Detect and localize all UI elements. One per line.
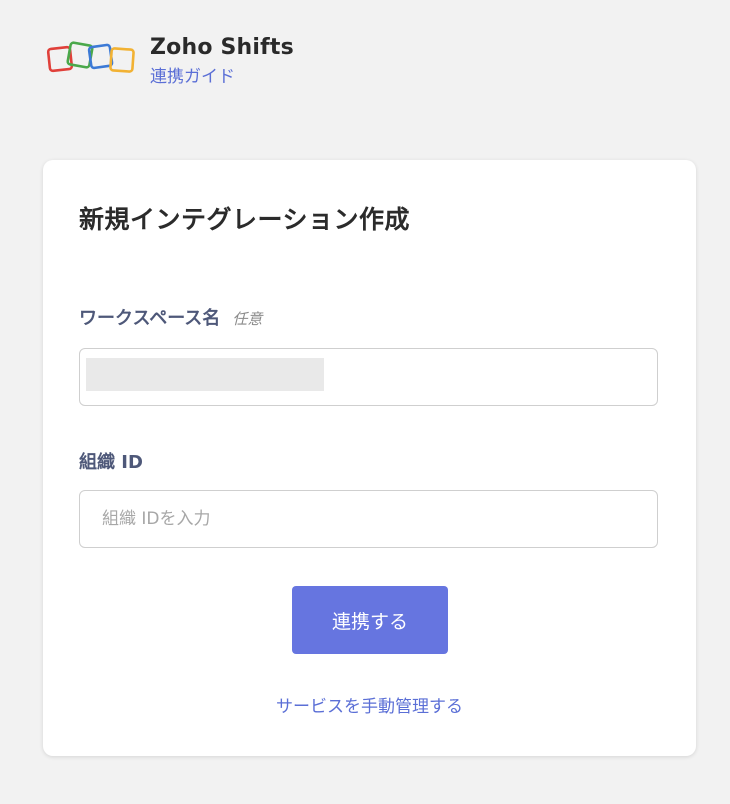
integration-guide-link[interactable]: 連携ガイド — [150, 66, 294, 88]
optional-tag: 任意 — [232, 310, 263, 328]
header-text: Zoho Shifts 連携ガイド — [150, 34, 294, 88]
org-id-label-text: 組織 ID — [79, 452, 143, 473]
workspace-name-label: ワークスペース名 任意 — [79, 304, 262, 330]
org-id-field — [79, 490, 658, 548]
header: Zoho Shifts 連携ガイド — [46, 34, 294, 88]
form-title: 新規インテグレーション作成 — [79, 205, 411, 234]
app-title: Zoho Shifts — [150, 35, 294, 60]
workspace-name-input[interactable] — [79, 348, 658, 406]
connect-button[interactable]: 連携する — [292, 586, 448, 654]
org-id-label: 組織 ID — [79, 448, 143, 474]
zoho-logo — [46, 34, 136, 82]
redacted-value — [86, 358, 324, 391]
workspace-name-label-text: ワークスペース名 — [79, 308, 221, 329]
integration-form-card: 新規インテグレーション作成 ワークスペース名 任意 組織 ID 連携する サービ… — [43, 160, 696, 756]
manage-manually-link[interactable]: サービスを手動管理する — [43, 692, 696, 717]
org-id-input[interactable] — [80, 491, 657, 547]
